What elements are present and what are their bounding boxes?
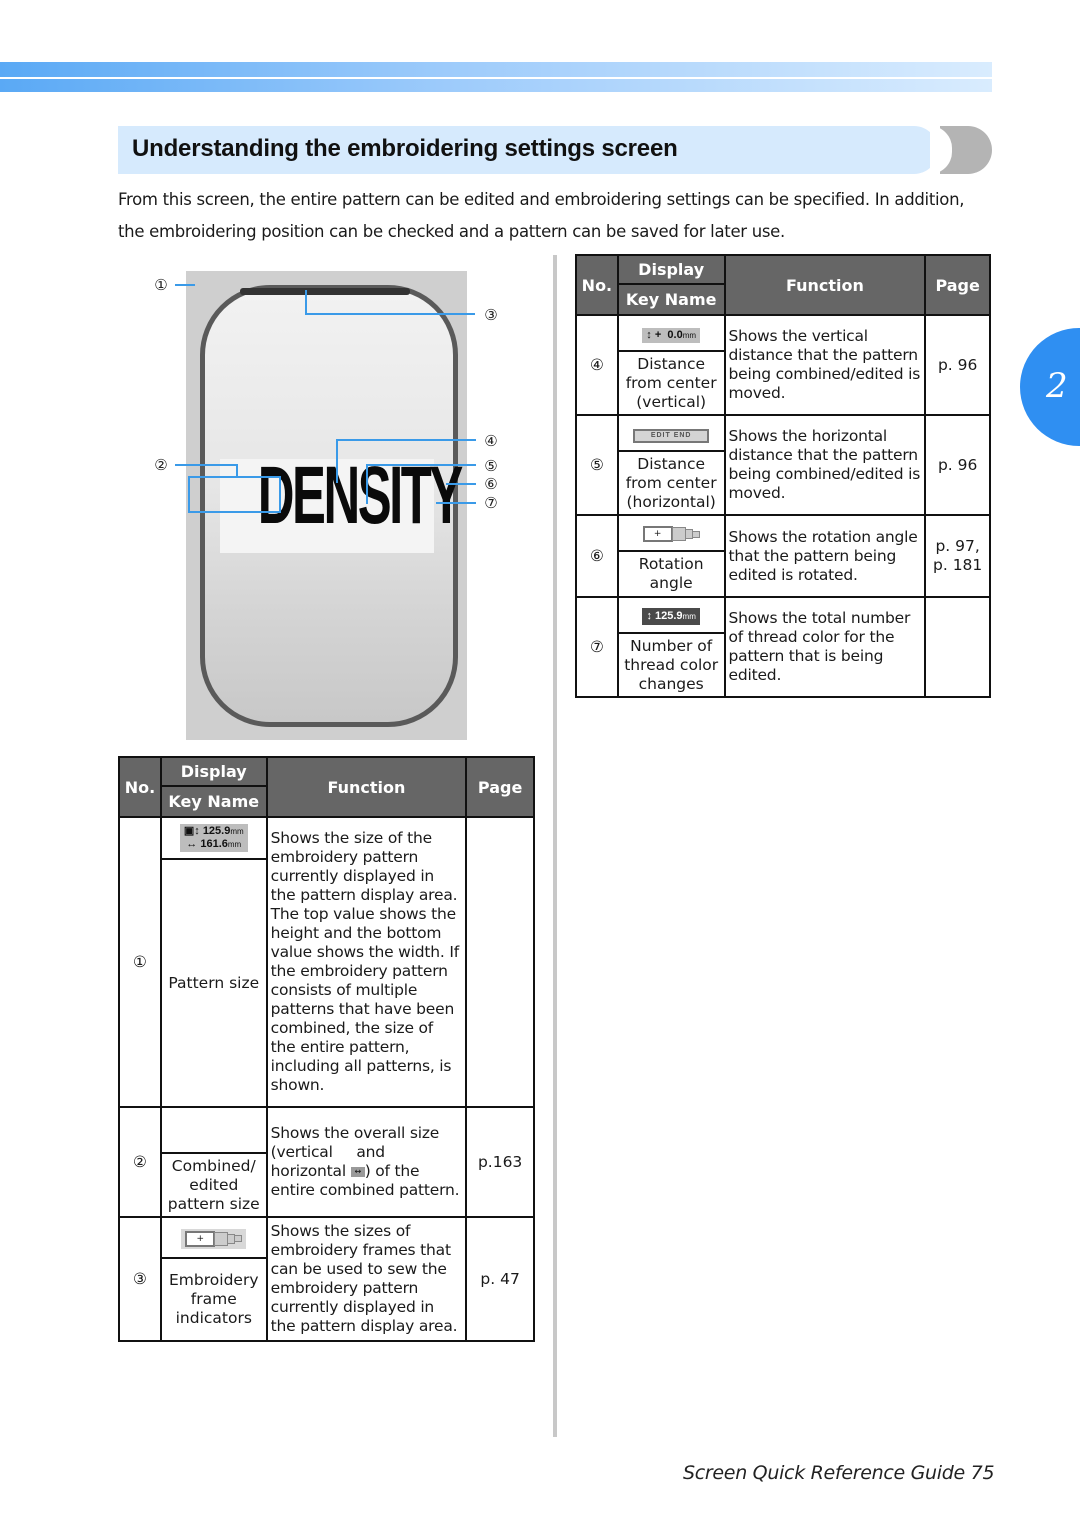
row-number: ⑤	[575, 414, 619, 516]
table-row: ③ + Shows the sizes of embroidery frames…	[118, 1215, 535, 1342]
table-row: ④ ↕ + 0.0mm Shows the vertical distance …	[575, 314, 991, 416]
header-page: Page	[465, 756, 535, 818]
key-name-cell: Distance from center (horizontal)	[616, 450, 726, 516]
callout-1-line	[175, 284, 195, 286]
display-cell: ▣↕ 125.9mm ↔ 161.6mm	[159, 816, 268, 860]
left-reference-table: No. Display Function Page Key Name ① ▣↕ …	[118, 756, 535, 1342]
key-name-cell: Number of thread color changes	[616, 632, 726, 698]
key-name-cell: Rotation angle	[616, 550, 726, 598]
callout-4: ④	[484, 432, 498, 450]
key-name-cell: Pattern size	[159, 858, 268, 1108]
header-display: Display	[616, 254, 726, 285]
band-stripe-top	[0, 62, 992, 77]
row-number: ①	[118, 816, 162, 1108]
frame-indicator-icon: +	[181, 1228, 247, 1249]
page-title: Understanding the embroidering settings …	[132, 135, 678, 162]
page-footer: Screen Quick Reference Guide 75	[683, 1462, 995, 1484]
row-number: ⑥	[575, 514, 619, 598]
function-cell: Shows the horizontal distance that the p…	[723, 414, 927, 516]
display-cell: +	[616, 514, 726, 552]
vertical-arrow-icon: ↕ +	[646, 328, 662, 341]
callout-5-line-v	[366, 464, 368, 504]
row-number: ④	[575, 314, 619, 416]
callout-2-line-v	[236, 464, 238, 476]
callout-7-line	[436, 502, 476, 504]
display-cell	[159, 1106, 268, 1154]
table-row: ⑥ + Shows the rotation angle that the pa…	[575, 514, 991, 598]
horizontal-size-icon: ↔	[350, 1166, 365, 1177]
right-reference-table: No. Display Function Page Key Name ④ ↕ +…	[575, 254, 991, 698]
key-name-cell: Embroidery frame indicators	[159, 1257, 268, 1342]
callout-6: ⑥	[484, 475, 498, 493]
thread-color-display: ↕ 125.9mm	[642, 608, 700, 625]
header-no: No.	[118, 756, 162, 818]
callout-4-line-h	[336, 439, 476, 441]
function-cell: Shows the vertical distance that the pat…	[723, 314, 927, 416]
page-cell: p. 96	[924, 314, 991, 416]
header-key-name: Key Name	[159, 785, 268, 818]
display-cell: EDIT END	[616, 414, 726, 452]
intro-line-1: From this screen, the entire pattern can…	[118, 190, 965, 209]
page-cell	[465, 816, 535, 1108]
frame-top-bar	[240, 288, 410, 295]
page-cell: p. 47	[465, 1216, 535, 1342]
vertical-distance-display: ↕ + 0.0mm	[642, 327, 701, 343]
display-cell: ↕ 125.9mm	[616, 596, 726, 634]
chapter-tab: 2	[1020, 328, 1080, 446]
callout-6-line	[446, 483, 476, 485]
band-stripe-bottom	[0, 79, 992, 92]
function-cell: Shows the rotation angle that the patter…	[723, 514, 927, 598]
callout-3-line-v	[305, 290, 307, 314]
table-row: ② Shows the overall size (vertical and h…	[118, 1106, 535, 1218]
callout-2-box	[188, 476, 281, 513]
function-cell: Shows the sizes of embroidery frames tha…	[265, 1216, 468, 1342]
header-no: No.	[575, 254, 619, 316]
chapter-number: 2	[1046, 366, 1068, 406]
pattern-size-display: ▣↕ 125.9mm ↔ 161.6mm	[179, 824, 248, 852]
callout-3-line-h	[305, 313, 475, 315]
row-number: ⑦	[575, 596, 619, 698]
function-cell: Shows the total number of thread color f…	[723, 596, 927, 698]
display-cell: ↕ + 0.0mm	[616, 314, 726, 352]
intro-paragraph: From this screen, the entire pattern can…	[118, 184, 988, 248]
rotation-frame-icon: +	[639, 524, 704, 544]
page-cell	[924, 596, 991, 698]
section-title-bar: Understanding the embroidering settings …	[118, 126, 938, 174]
key-name-cell: Distance from center (vertical)	[616, 350, 726, 416]
header-function: Function	[723, 254, 927, 316]
callout-5-line-h	[366, 464, 476, 466]
row-number: ②	[118, 1106, 162, 1218]
row-number: ③	[118, 1216, 162, 1342]
callout-2: ②	[154, 456, 168, 474]
callout-1: ①	[154, 276, 168, 294]
header-page: Page	[924, 254, 991, 316]
callout-7: ⑦	[484, 494, 498, 512]
display-cell: +	[159, 1215, 268, 1260]
header-display: Display	[159, 756, 268, 787]
table-row: ① ▣↕ 125.9mm ↔ 161.6mm Shows the size of…	[118, 816, 535, 1108]
header-key-name: Key Name	[616, 283, 726, 316]
width-arrow-icon: ↔	[186, 838, 198, 850]
callout-5: ⑤	[484, 457, 498, 475]
column-divider	[553, 255, 557, 1437]
intro-line-2: the embroidering position can be checked…	[118, 222, 785, 241]
page-cell: p.163	[465, 1106, 535, 1218]
page-cell: p. 97, p. 181	[924, 514, 991, 598]
table-row: ⑤ EDIT END Shows the horizontal distance…	[575, 414, 991, 516]
vertical-arrow-icon: ↕	[646, 610, 652, 622]
callout-4-line-v	[336, 439, 338, 483]
header-function: Function	[265, 756, 468, 818]
callout-3: ③	[484, 306, 498, 324]
pattern-icon: ▣↕	[183, 825, 200, 837]
callout-2-line-h	[175, 464, 237, 466]
edit-end-button-icon: EDIT END	[633, 429, 710, 443]
page-cell: p. 96	[924, 414, 991, 516]
function-cell: Shows the size of the embroidery pattern…	[265, 816, 468, 1108]
key-name-cell: Combined/ edited pattern size	[159, 1152, 268, 1218]
function-cell: Shows the overall size (vertical and hor…	[265, 1106, 468, 1218]
top-decorative-band	[0, 62, 992, 92]
table-row: ⑦ ↕ 125.9mm Shows the total number of th…	[575, 596, 991, 698]
